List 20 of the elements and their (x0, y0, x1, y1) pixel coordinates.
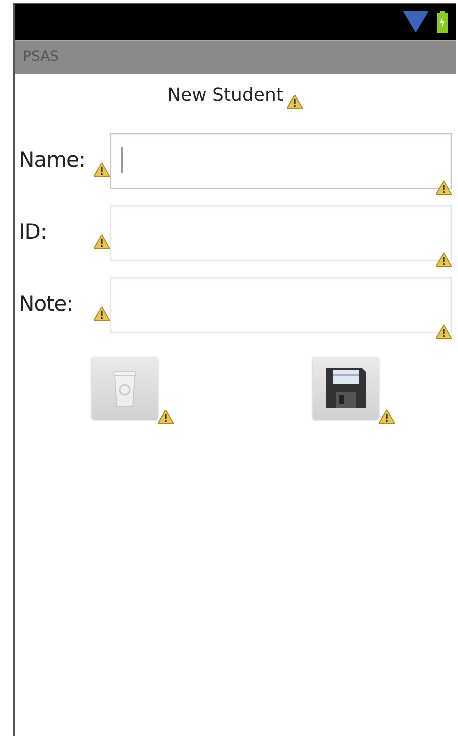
warning-icon (378, 410, 395, 424)
text-cursor (121, 147, 123, 173)
text-field[interactable] (110, 133, 452, 189)
text-field[interactable] (110, 205, 452, 261)
text-field[interactable] (110, 277, 452, 333)
screen-heading: New Student (168, 84, 284, 108)
warning-icon (436, 325, 452, 339)
warning-icon (158, 410, 174, 424)
field-label: Name: (19, 147, 87, 174)
battery-icon (437, 11, 448, 33)
warning-icon (94, 162, 110, 177)
warning-icon (94, 234, 110, 249)
field-label: Note: (19, 291, 74, 318)
field-label: ID: (19, 219, 48, 246)
wifi-signal-icon (403, 11, 429, 33)
warning-icon (436, 253, 452, 267)
save-button[interactable] (312, 357, 379, 419)
warning-icon (94, 306, 110, 321)
warning-icon (436, 181, 452, 195)
warning-icon (287, 95, 304, 109)
